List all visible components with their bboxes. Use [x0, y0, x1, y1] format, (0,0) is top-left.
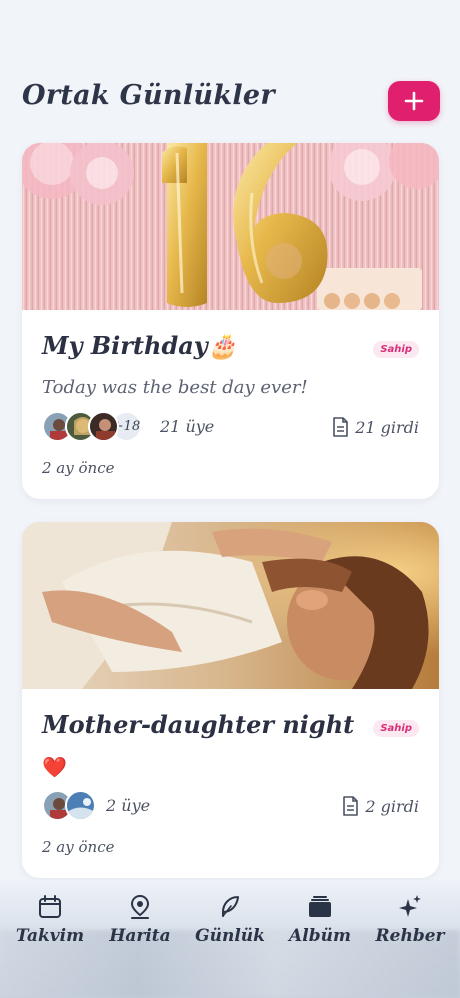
- nav-label: Harita: [109, 926, 171, 946]
- journal-description: ❤️: [42, 755, 67, 779]
- add-journal-button[interactable]: [388, 81, 440, 121]
- journal-card-birthday[interactable]: My Birthday🎂 Sahip Today was the best da…: [22, 143, 439, 499]
- nav-label: Takvim: [15, 926, 85, 946]
- time-ago: 2 ay önce: [42, 838, 115, 856]
- bottom-nav: Takvim Harita Günlük Albüm Rehber: [0, 880, 460, 998]
- map-pin-icon: [130, 894, 150, 919]
- nav-item-harita[interactable]: Harita: [95, 894, 185, 946]
- journal-title: My Birthday🎂: [42, 331, 238, 360]
- journal-cover-image: [22, 143, 439, 310]
- calendar-icon: [39, 895, 61, 918]
- owner-badge: Sahip: [373, 341, 419, 358]
- time-ago: 2 ay önce: [42, 459, 115, 477]
- entry-count: 21 girdi: [332, 417, 419, 437]
- member-count: 21 üye: [160, 417, 215, 436]
- entry-count-label: 2 girdi: [365, 796, 419, 816]
- nav-item-album[interactable]: Albüm: [275, 894, 365, 946]
- sparkle-icon: [399, 895, 421, 917]
- document-icon: [343, 796, 359, 816]
- member-count: 2 üye: [106, 796, 151, 815]
- nav-label: Albüm: [289, 926, 351, 946]
- member-avatars[interactable]: +18 21 üye: [42, 411, 214, 442]
- journal-description: Today was the best day ever!: [42, 377, 308, 398]
- plus-icon: [404, 91, 424, 111]
- nav-item-takvim[interactable]: Takvim: [5, 894, 95, 946]
- avatar: [65, 790, 96, 821]
- nav-label: Günlük: [195, 926, 265, 946]
- nav-item-rehber[interactable]: Rehber: [365, 894, 455, 946]
- journal-cover-image: [22, 522, 439, 689]
- nav-item-gunluk[interactable]: Günlük: [185, 894, 275, 946]
- entry-count: 2 girdi: [342, 796, 419, 816]
- nav-label: Rehber: [375, 926, 445, 946]
- owner-badge: Sahip: [373, 720, 419, 737]
- entry-count-label: 21 girdi: [355, 417, 419, 437]
- document-icon: [333, 417, 348, 437]
- feather-icon: [222, 896, 239, 917]
- header: Ortak Günlükler: [0, 0, 460, 140]
- journal-title: Mother-daughter night: [42, 710, 355, 739]
- album-icon: [309, 896, 331, 917]
- avatar: [88, 411, 119, 442]
- page-title: Ortak Günlükler: [22, 80, 275, 111]
- member-avatars[interactable]: 2 üye: [42, 790, 150, 821]
- journal-card-mother-daughter[interactable]: Mother-daughter night Sahip ❤️ 2 üye 2 g…: [22, 522, 439, 878]
